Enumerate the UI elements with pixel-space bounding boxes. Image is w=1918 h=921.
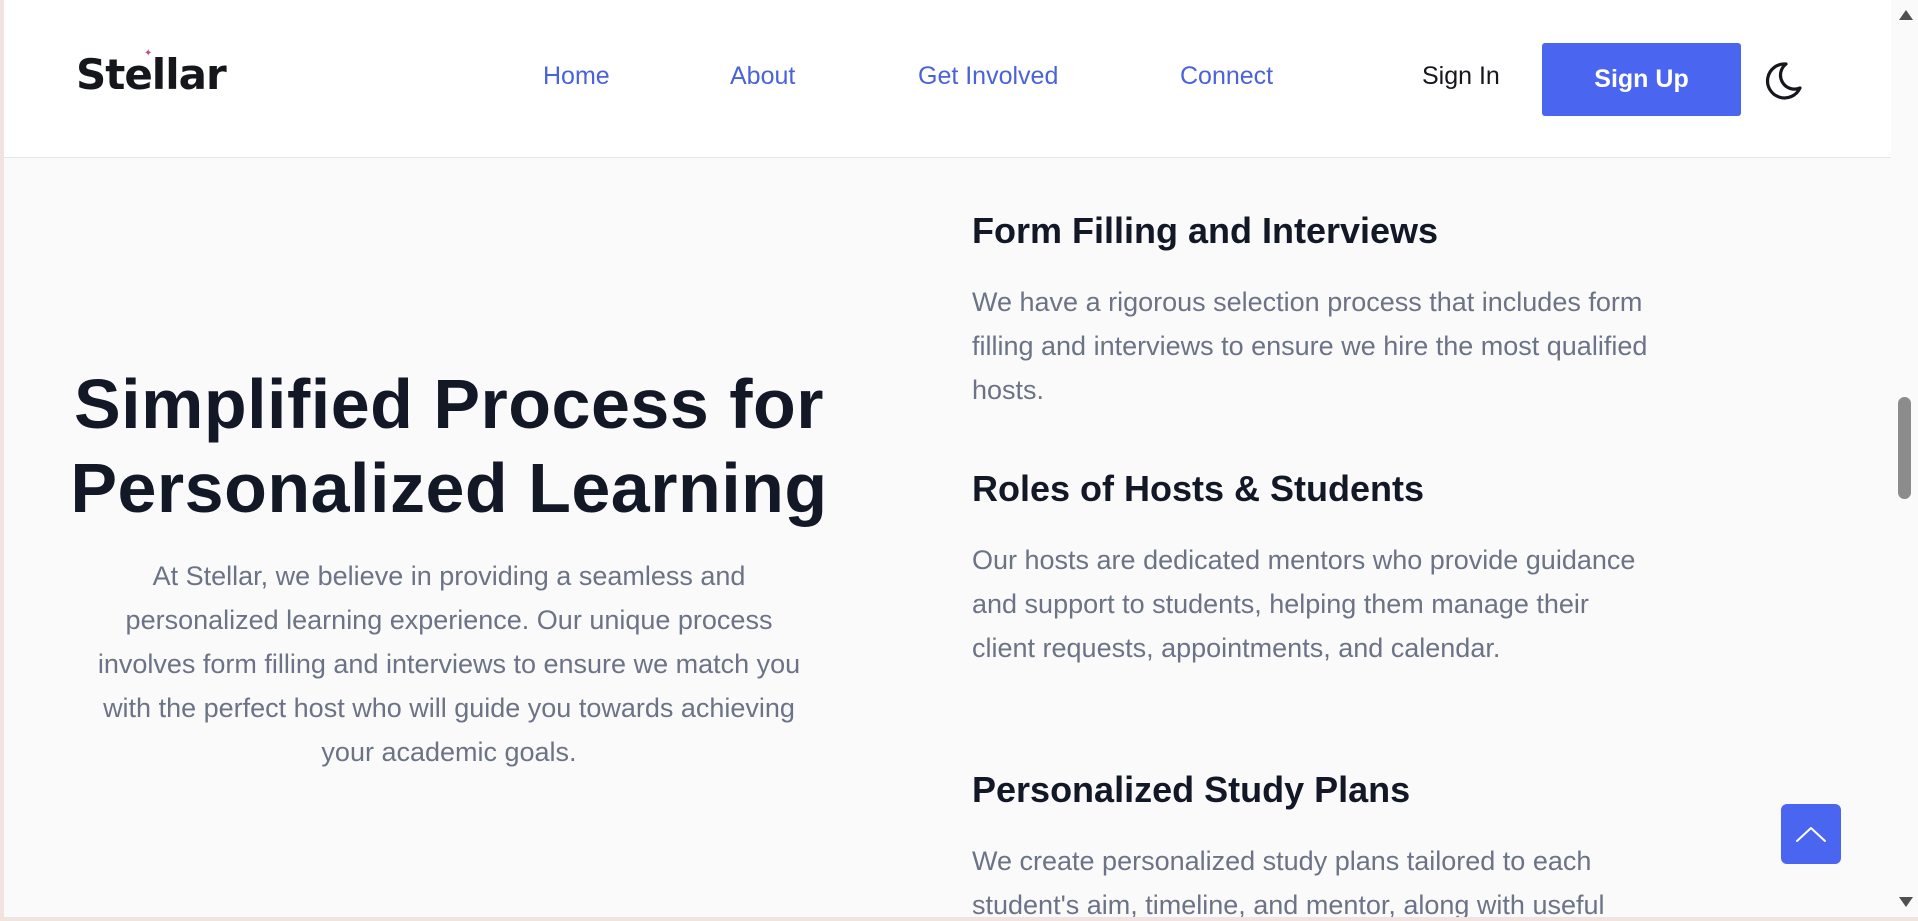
- hero-title-line1: Simplified Process for: [73, 365, 825, 443]
- logo-sparkle-icon: ✦: [144, 48, 153, 59]
- nav-home-link[interactable]: Home: [543, 62, 610, 91]
- sign-in-link[interactable]: Sign In: [1422, 62, 1500, 91]
- sign-up-button[interactable]: Sign Up: [1542, 43, 1741, 116]
- scroll-down-arrow-icon[interactable]: [1899, 897, 1913, 907]
- nav-connect-link[interactable]: Connect: [1180, 62, 1273, 91]
- nav-get-involved-link[interactable]: Get Involved: [918, 62, 1058, 91]
- feature-text: Our hosts are dedicated mentors who prov…: [972, 545, 1636, 663]
- feature-text: We create personalized study plans tailo…: [972, 846, 1605, 917]
- feature-title: Roles of Hosts & Students: [972, 468, 1425, 509]
- feature-title: Personalized Study Plans: [972, 769, 1411, 810]
- moon-icon: [1765, 62, 1802, 100]
- scroll-to-top-button[interactable]: [1781, 804, 1841, 864]
- feature-title: Form Filling and Interviews: [972, 210, 1439, 251]
- hero-title: Simplified Process for Personalized Lear…: [44, 362, 854, 530]
- chevron-up-icon: [1796, 827, 1826, 842]
- vertical-scrollbar[interactable]: [1891, 0, 1918, 917]
- site-header: Stellar ✦ Home About Get Involved Connec…: [4, 0, 1891, 158]
- hero-description: At Stellar, we believe in providing a se…: [97, 561, 801, 767]
- feature-text: We have a rigorous selection process tha…: [972, 287, 1648, 405]
- nav-about-link[interactable]: About: [730, 62, 795, 91]
- browser-viewport: Stellar ✦ Home About Get Involved Connec…: [4, 0, 1918, 917]
- scroll-up-arrow-icon[interactable]: [1899, 10, 1913, 20]
- theme-toggle-button[interactable]: [1760, 58, 1806, 104]
- scrollbar-thumb[interactable]: [1898, 397, 1911, 499]
- hero-title-line2: Personalized Learning: [70, 449, 828, 527]
